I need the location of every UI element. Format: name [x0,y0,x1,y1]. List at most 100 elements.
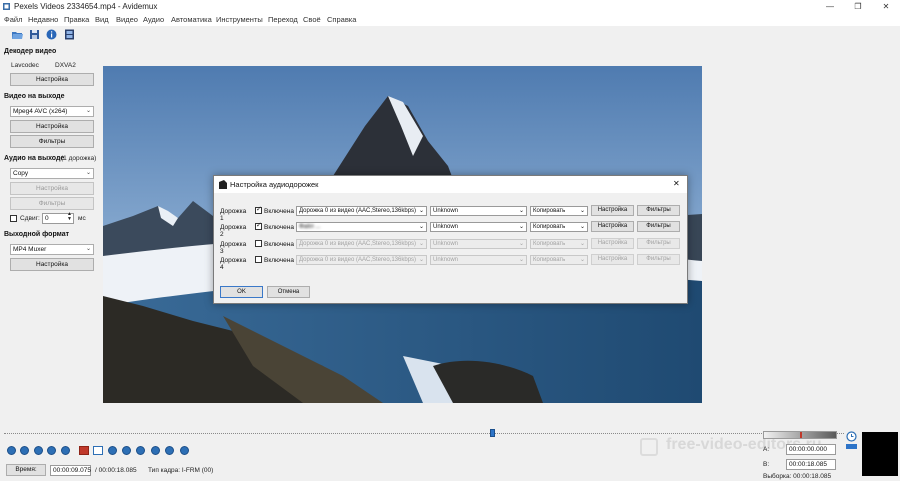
track-enabled-checkbox[interactable] [255,240,262,247]
audio-level-indicator [846,444,857,449]
dialog-close-button[interactable]: ✕ [673,179,680,188]
track-mode-select[interactable]: Копировать ⌄ [530,255,588,265]
menu-file[interactable]: Файл [4,15,22,24]
track-source-select[interactable]: Файл ... ⌄ [296,222,427,232]
time-button[interactable]: Время: [6,464,46,476]
track-source-value: Дорожка 0 из видео (AAC,Stereo,136kbps) [299,208,417,214]
minimize-button[interactable]: — [816,0,844,13]
track-source-value: Дорожка 0 из видео (AAC,Stereo,136kbps) [299,241,417,247]
shift-checkbox[interactable] [10,215,17,222]
ok-button[interactable]: OK [220,286,263,298]
marker-b-field[interactable]: 00:00:18.085 [786,459,836,470]
selection-duration: Выборка: 00:00:18.085 [763,473,832,480]
checkmark-icon: ✓ [256,222,262,229]
clock-icon[interactable] [846,431,857,442]
close-button[interactable]: ✕ [872,0,900,13]
goto-a-icon[interactable] [122,446,131,455]
menu-recent[interactable]: Недавно [28,15,58,24]
format-settings-button[interactable]: Настройка [10,258,94,271]
menu-navigate[interactable]: Переход [268,15,298,24]
track-language-select[interactable]: Unknown ⌄ [430,222,527,232]
audio-codec-select[interactable]: Copy ⌄ [10,168,94,179]
track-enabled-checkbox[interactable]: ✓ [255,206,262,214]
next-frame-icon[interactable] [47,446,56,455]
prev-frame-icon[interactable] [34,446,43,455]
track-mode-select[interactable]: Копировать ⌄ [530,239,588,249]
track-source-select[interactable]: Дорожка 0 из видео (AAC,Stereo,136kbps) ⌄ [296,255,427,265]
track-label: Дорожка 2 [220,224,247,238]
track-settings-button[interactable]: Настройка [591,221,634,232]
track-language-value: Unknown [433,257,459,263]
total-time: / 00:00:18.085 [95,467,137,474]
next-keyframe-icon[interactable] [108,446,117,455]
track-filters-button[interactable]: Фильтры [637,238,680,249]
track-enabled-checkbox[interactable] [255,256,262,263]
track-enabled-label: Включена [264,241,294,248]
prev-black-icon[interactable] [151,446,160,455]
track-language-select[interactable]: Unknown ⌄ [430,255,527,265]
audio-filters-button[interactable]: Фильтры [10,197,94,210]
menu-tools[interactable]: Инструменты [216,15,263,24]
menu-audio[interactable]: Аудио [143,15,164,24]
dialog-title-bar: Настройка аудиодорожек ✕ [214,176,687,193]
video-codec-select[interactable]: Mpeg4 AVC (x264) ⌄ [10,106,94,117]
track-label: Дорожка 1 [220,208,247,222]
format-select[interactable]: MP4 Muxer ⌄ [10,244,94,255]
maximize-button[interactable]: ❐ [844,0,872,13]
track-filters-button[interactable]: Фильтры [637,205,680,216]
track-filters-button[interactable]: Фильтры [637,221,680,232]
marker-b-icon[interactable] [93,446,103,455]
track-language-select[interactable]: Unknown ⌄ [430,206,527,216]
menu-video[interactable]: Видео [116,15,138,24]
video-filters-button[interactable]: Фильтры [10,135,94,148]
format-value: MP4 Muxer [13,246,47,253]
track-source-select[interactable]: Дорожка 0 из видео (AAC,Stereo,136kbps) ⌄ [296,239,427,249]
left-panel: Декодер видео Lavcodec DXVA2 Настройка В… [0,44,100,274]
frame-type: Тип кадра: I-FRM (00) [148,467,214,474]
track-settings-button[interactable]: Настройка [591,205,634,216]
menu-automation[interactable]: Автоматика [171,15,212,24]
next-black-icon[interactable] [165,446,174,455]
menu-custom[interactable]: Своё [303,15,321,24]
decoder-settings-button[interactable]: Настройка [10,73,94,86]
rewind-icon[interactable] [20,446,29,455]
info-icon[interactable] [46,29,57,40]
film-properties-icon[interactable] [64,29,75,40]
chevron-down-icon: ⌄ [85,170,91,176]
timeline-cursor[interactable] [490,429,495,437]
goto-b-icon[interactable] [136,446,145,455]
track-source-select[interactable]: Дорожка 0 из видео (AAC,Stereo,136kbps) ⌄ [296,206,427,216]
format-title: Выходной формат [4,231,70,238]
menu-edit[interactable]: Правка [64,15,89,24]
audio-settings-button[interactable]: Настройка [10,182,94,195]
menu-view[interactable]: Вид [95,15,109,24]
play-icon[interactable] [7,446,16,455]
track-enabled-label: Включена [264,224,294,231]
track-settings-button[interactable]: Настройка [591,238,634,249]
toolbar [0,26,900,44]
spin-arrows-icon[interactable]: ▲ ▼ [67,212,72,222]
marker-a-field[interactable]: 00:00:00.000 [786,444,836,455]
app-icon [219,180,227,189]
checkmark-icon: ✓ [256,206,262,213]
track-language-select[interactable]: Unknown ⌄ [430,239,527,249]
goto-end-icon[interactable] [180,446,189,455]
track-language-value: Unknown [433,208,459,214]
cancel-button[interactable]: Отмена [267,286,310,298]
video-out-title: Видео на выходе [4,93,65,100]
video-settings-button[interactable]: Настройка [10,120,94,133]
track-enabled-checkbox[interactable]: ✓ [255,222,262,230]
menu-help[interactable]: Справка [327,15,356,24]
marker-a-icon[interactable] [79,446,89,455]
decoder-dxva-label: DXVA2 [55,62,76,69]
track-settings-button[interactable]: Настройка [591,254,634,265]
current-time-input[interactable]: 00:00:09.075 [50,465,91,476]
track-mode-value: Копировать [533,257,566,263]
track-mode-select[interactable]: Копировать ⌄ [530,222,588,232]
prev-keyframe-icon[interactable] [61,446,70,455]
open-file-icon[interactable] [12,29,23,40]
track-filters-button[interactable]: Фильтры [637,254,680,265]
track-source-value: Файл ... [299,224,321,230]
save-file-icon[interactable] [29,29,40,40]
track-mode-select[interactable]: Копировать ⌄ [530,206,588,216]
